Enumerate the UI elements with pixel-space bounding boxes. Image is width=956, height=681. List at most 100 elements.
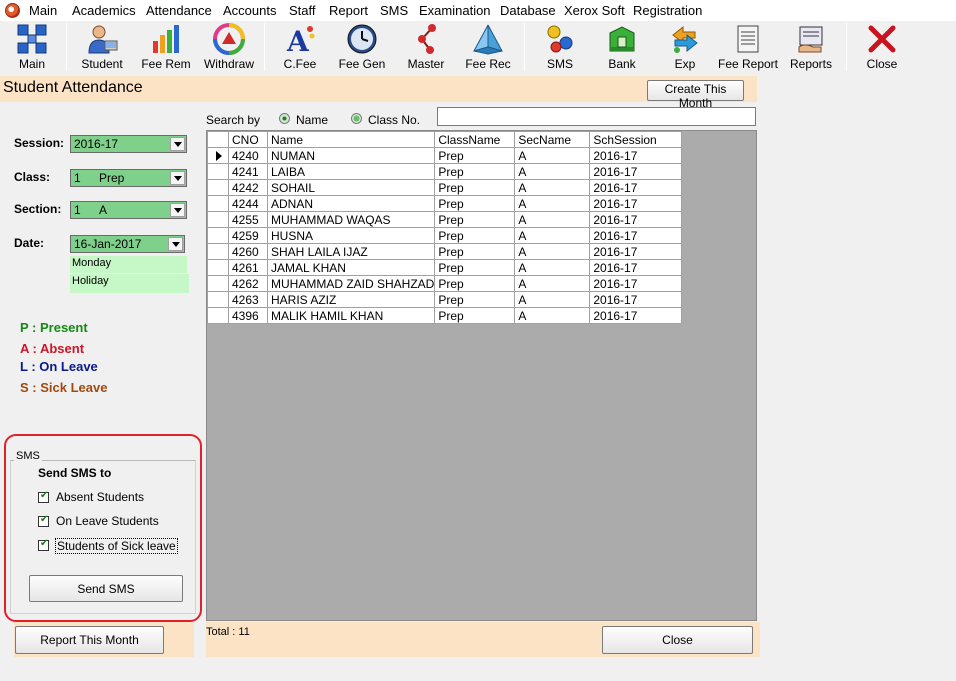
table-row[interactable]: 4261 JAMAL KHAN Prep A 2016-17 — [207, 259, 683, 276]
cell-sch-session[interactable]: 2016-17 — [589, 243, 683, 260]
cell-name[interactable]: NUMAN — [266, 147, 436, 164]
row-header[interactable] — [207, 259, 229, 276]
cell-cno[interactable]: 4262 — [228, 275, 268, 292]
toolbar-fee-rem-button[interactable]: Fee Rem — [140, 21, 192, 74]
cell-cno[interactable]: 4244 — [228, 195, 268, 212]
cell-class-name[interactable]: Prep — [434, 259, 516, 276]
menu-staff[interactable]: Staff — [289, 3, 316, 18]
cell-name[interactable]: MUHAMMAD ZAID SHAHZAD — [266, 275, 436, 292]
search-input[interactable] — [437, 107, 756, 126]
cell-cno[interactable]: 4260 — [228, 243, 268, 260]
cell-cno[interactable]: 4240 — [228, 147, 268, 164]
table-row[interactable]: 4396 MALIK HAMIL KHAN Prep A 2016-17 — [207, 307, 683, 324]
toolbar-withdraw-button[interactable]: Withdraw — [202, 21, 256, 74]
menu-sms[interactable]: SMS — [380, 3, 408, 18]
cell-sec-name[interactable]: A — [514, 147, 591, 164]
cell-name[interactable]: SHAH LAILA IJAZ — [266, 243, 436, 260]
table-row[interactable]: 4241 LAIBA Prep A 2016-17 — [207, 163, 683, 180]
student-grid[interactable]: CNO Name ClassName SecName SchSession 42… — [206, 130, 757, 621]
cell-sch-session[interactable]: 2016-17 — [589, 275, 683, 292]
menu-main[interactable]: Main — [29, 3, 57, 18]
cell-name[interactable]: SOHAIL — [266, 179, 436, 196]
table-row[interactable]: 4263 HARIS AZIZ Prep A 2016-17 — [207, 291, 683, 308]
toolbar-exp-button[interactable]: Exp — [662, 21, 708, 74]
table-row[interactable]: 4262 MUHAMMAD ZAID SHAHZAD Prep A 2016-17 — [207, 275, 683, 292]
row-header[interactable] — [207, 147, 229, 164]
toolbar-sms-button[interactable]: SMS — [536, 21, 584, 74]
row-header[interactable] — [207, 227, 229, 244]
cell-class-name[interactable]: Prep — [434, 307, 516, 324]
search-name-label[interactable]: Name — [296, 113, 328, 127]
create-this-month-button[interactable]: Create This Month — [647, 80, 744, 110]
toolbar-master-button[interactable]: Master — [402, 21, 450, 74]
table-row[interactable]: 4255 MUHAMMAD WAQAS Prep A 2016-17 — [207, 211, 683, 228]
date-picker[interactable]: 16-Jan-2017 — [70, 235, 185, 253]
toolbar-fee-rec-button[interactable]: Fee Rec — [462, 21, 514, 74]
cell-cno[interactable]: 4241 — [228, 163, 268, 180]
toolbar-fee-report-button[interactable]: Fee Report — [716, 21, 780, 74]
cell-name[interactable]: ADNAN — [266, 195, 436, 212]
toolbar-main-button[interactable]: Main — [8, 21, 56, 74]
chevron-down-icon[interactable] — [168, 237, 183, 251]
chevron-down-icon[interactable] — [170, 203, 185, 217]
row-header[interactable] — [207, 179, 229, 196]
cell-sec-name[interactable]: A — [514, 227, 591, 244]
cell-cno[interactable]: 4242 — [228, 179, 268, 196]
cell-cno[interactable]: 4259 — [228, 227, 268, 244]
table-row[interactable]: 4242 SOHAIL Prep A 2016-17 — [207, 179, 683, 196]
search-class-label[interactable]: Class No. — [368, 113, 420, 127]
cell-sch-session[interactable]: 2016-17 — [589, 307, 683, 324]
cell-sec-name[interactable]: A — [514, 179, 591, 196]
cell-sec-name[interactable]: A — [514, 275, 591, 292]
report-this-month-button[interactable]: Report This Month — [15, 626, 164, 654]
cell-sch-session[interactable]: 2016-17 — [589, 147, 683, 164]
cell-class-name[interactable]: Prep — [434, 163, 516, 180]
menu-academics[interactable]: Academics — [72, 3, 136, 18]
cell-sch-session[interactable]: 2016-17 — [589, 163, 683, 180]
close-button[interactable]: Close — [602, 626, 753, 654]
cell-sec-name[interactable]: A — [514, 211, 591, 228]
col-name[interactable]: Name — [266, 131, 436, 148]
cell-class-name[interactable]: Prep — [434, 195, 516, 212]
menu-attendance[interactable]: Attendance — [146, 3, 212, 18]
menu-registration[interactable]: Registration — [633, 3, 702, 18]
cell-sec-name[interactable]: A — [514, 243, 591, 260]
row-header[interactable] — [207, 243, 229, 260]
row-header[interactable] — [207, 291, 229, 308]
cell-cno[interactable]: 4263 — [228, 291, 268, 308]
col-sec-name[interactable]: SecName — [514, 131, 591, 148]
table-row[interactable]: 4260 SHAH LAILA IJAZ Prep A 2016-17 — [207, 243, 683, 260]
cell-sch-session[interactable]: 2016-17 — [589, 259, 683, 276]
toolbar-reports-button[interactable]: Reports — [788, 21, 834, 74]
cell-sec-name[interactable]: A — [514, 291, 591, 308]
toolbar-fee-gen-button[interactable]: Fee Gen — [336, 21, 388, 74]
cell-class-name[interactable]: Prep — [434, 179, 516, 196]
cell-class-name[interactable]: Prep — [434, 291, 516, 308]
toolbar-cfee-button[interactable]: A C.Fee — [276, 21, 324, 74]
cell-class-name[interactable]: Prep — [434, 275, 516, 292]
search-name-radio[interactable] — [279, 113, 290, 124]
col-cno[interactable]: CNO — [228, 131, 268, 148]
row-header[interactable] — [207, 211, 229, 228]
cell-cno[interactable]: 4255 — [228, 211, 268, 228]
cell-name[interactable]: MUHAMMAD WAQAS — [266, 211, 436, 228]
cell-sch-session[interactable]: 2016-17 — [589, 179, 683, 196]
cell-name[interactable]: HARIS AZIZ — [266, 291, 436, 308]
class-combo[interactable]: 1 Prep — [70, 169, 187, 187]
cell-class-name[interactable]: Prep — [434, 243, 516, 260]
cell-class-name[interactable]: Prep — [434, 227, 516, 244]
menu-examination[interactable]: Examination — [419, 3, 491, 18]
chevron-down-icon[interactable] — [170, 171, 185, 185]
col-class-name[interactable]: ClassName — [434, 131, 516, 148]
cell-sch-session[interactable]: 2016-17 — [589, 211, 683, 228]
row-header[interactable] — [207, 163, 229, 180]
chevron-down-icon[interactable] — [170, 137, 185, 151]
cell-sch-session[interactable]: 2016-17 — [589, 291, 683, 308]
table-row[interactable]: 4259 HUSNA Prep A 2016-17 — [207, 227, 683, 244]
cell-sch-session[interactable]: 2016-17 — [589, 195, 683, 212]
cell-sch-session[interactable]: 2016-17 — [589, 227, 683, 244]
menu-accounts[interactable]: Accounts — [223, 3, 276, 18]
row-header[interactable] — [207, 307, 229, 324]
cell-class-name[interactable]: Prep — [434, 211, 516, 228]
cell-sec-name[interactable]: A — [514, 195, 591, 212]
